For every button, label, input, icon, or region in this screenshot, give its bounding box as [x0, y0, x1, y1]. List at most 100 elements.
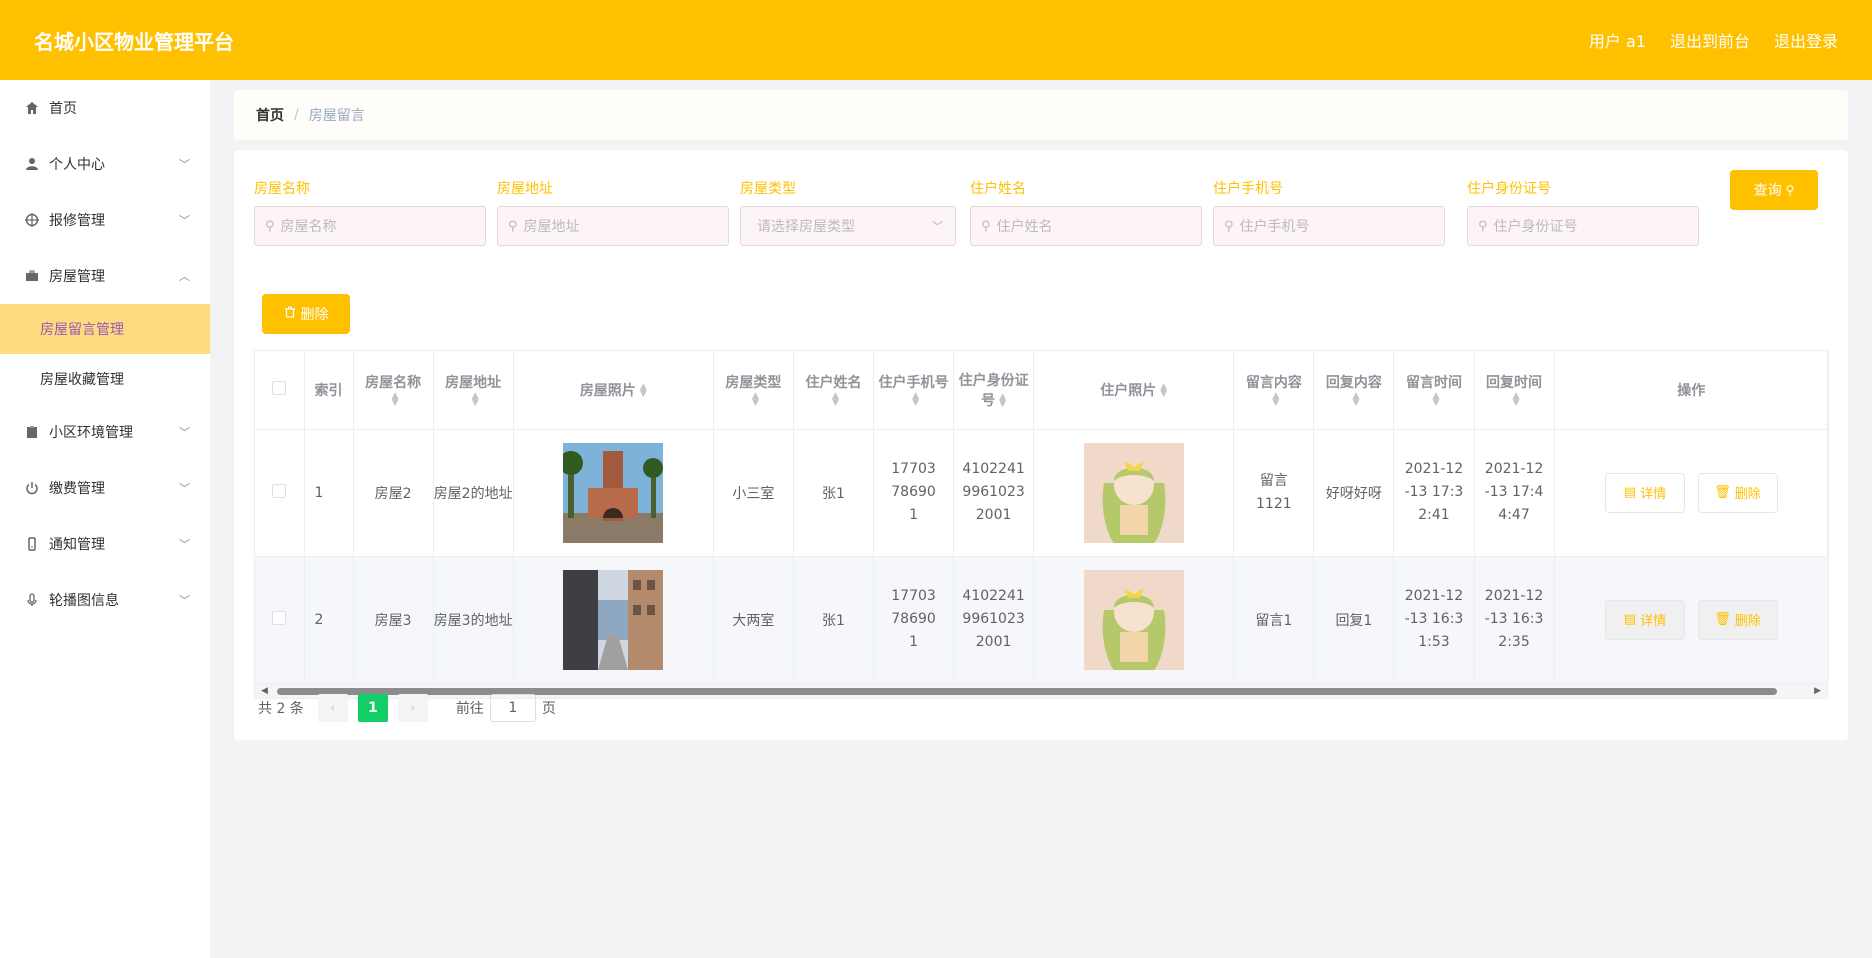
row-checkbox[interactable]	[272, 610, 287, 625]
cell-reply-time: 2021-12-13 17:44:47	[1474, 429, 1555, 557]
goto-prefix: 前往	[455, 701, 484, 717]
sidebar-item-carousel[interactable]: 轮播图信息 ﹀	[0, 572, 210, 628]
resident-idcard-label: 住户身份证号	[1467, 181, 1551, 197]
cell-resident-phone: 17703786901	[873, 556, 955, 684]
sort-icon[interactable]: ▲ ▼	[999, 392, 1006, 408]
row-checkbox[interactable]	[272, 483, 287, 498]
col-reply[interactable]: 回复内容 ▲ ▼	[1313, 351, 1395, 430]
prev-page-icon[interactable]: ‹	[317, 694, 348, 722]
sort-icon[interactable]: ▲ ▼	[912, 391, 919, 407]
cell-message-time: 2021-12-13 16:31:53	[1393, 556, 1475, 684]
cell-index: 1	[304, 429, 354, 557]
detail-button[interactable]: ▤ 详情	[1605, 472, 1686, 513]
sort-icon[interactable]: ▲ ▼	[392, 391, 399, 407]
resident-idcard-input[interactable]: ⚲ 住户身份证号	[1467, 206, 1699, 246]
user-icon	[24, 156, 40, 172]
cell-reply: 好呀好呀	[1313, 429, 1395, 557]
cell-resident-idcard: 410224199610232001	[953, 429, 1035, 557]
col-message-time[interactable]: 留言时间 ▲ ▼	[1393, 351, 1475, 430]
breadcrumb-home[interactable]: 首页	[256, 105, 284, 125]
search-icon: ⚲	[265, 218, 275, 234]
house-photo[interactable]	[563, 442, 664, 543]
col-actions: 操作	[1554, 351, 1830, 430]
sort-icon[interactable]: ▲ ▼	[832, 391, 839, 407]
sidebar-item-label: 轮播图信息	[49, 593, 119, 609]
col-label: 房屋地址	[445, 374, 502, 391]
resident-photo[interactable]	[1083, 569, 1184, 670]
scroll-right-icon[interactable]: ▶	[1814, 684, 1821, 698]
user-link[interactable]: 用户 a1	[1589, 28, 1646, 52]
page-number-current[interactable]: 1	[357, 694, 388, 722]
house-name-input[interactable]: ⚲ 房屋名称	[254, 206, 486, 246]
resident-idcard-field: 住户身份证号 ⚲ 住户身份证号	[1467, 178, 1699, 246]
back-to-front-link[interactable]: 退出到前台	[1670, 28, 1750, 52]
col-resident-name[interactable]: 住户姓名 ▲ ▼	[793, 351, 875, 430]
app-title: 名城小区物业管理平台	[34, 29, 234, 54]
col-label: 房屋名称	[365, 374, 422, 391]
sort-icon[interactable]: ▲ ▼	[1433, 391, 1440, 407]
search-form: 房屋名称 ⚲ 房屋名称 房屋地址 ⚲ 房屋地址 房屋类型 请选择房屋类型 ﹀ 住户姓名…	[254, 178, 1834, 268]
delete-button[interactable]: 🗑 删除	[1697, 599, 1778, 640]
select-all-checkbox[interactable]	[272, 380, 287, 395]
content-card: 房屋名称 ⚲ 房屋名称 房屋地址 ⚲ 房屋地址 房屋类型 请选择房屋类型 ﹀ 住户姓名…	[234, 150, 1848, 740]
detail-button[interactable]: ▤ 详情	[1605, 599, 1686, 640]
sidebar-item-label: 缴费管理	[49, 481, 105, 497]
col-house-type[interactable]: 房屋类型 ▲ ▼	[713, 351, 794, 430]
sort-icon[interactable]: ▲ ▼	[640, 382, 647, 398]
resident-phone-input[interactable]: ⚲ 住户手机号	[1213, 206, 1445, 246]
sidebar-item-personal[interactable]: 个人中心 ﹀	[0, 136, 210, 192]
resident-name-field: 住户姓名 ⚲ 住户姓名	[970, 178, 1202, 246]
sidebar-item-payment[interactable]: 缴费管理 ﹀	[0, 460, 210, 516]
sidebar-item-repair[interactable]: 报修管理 ﹀	[0, 192, 210, 248]
resident-photo[interactable]	[1083, 442, 1184, 543]
col-resident-photo[interactable]: 住户照片 ▲ ▼	[1033, 351, 1235, 430]
house-address-input[interactable]: ⚲ 房屋地址	[497, 206, 729, 246]
resident-name-input[interactable]: ⚲ 住户姓名	[970, 206, 1202, 246]
sort-icon[interactable]: ▲ ▼	[1160, 382, 1167, 398]
home-icon	[24, 100, 40, 116]
sort-icon[interactable]: ▲ ▼	[752, 391, 759, 407]
top-bar: 名城小区物业管理平台 用户 a1 退出到前台 退出登录	[0, 0, 1872, 80]
delete-button[interactable]: 🗑 删除	[1697, 472, 1778, 513]
sort-icon[interactable]: ▲ ▼	[1352, 391, 1359, 407]
col-resident-idcard[interactable]: 住户身份证号 ▲ ▼	[953, 351, 1035, 430]
house-name-field: 房屋名称 ⚲ 房屋名称	[254, 178, 486, 246]
col-label: 住户身份证号	[958, 372, 1029, 409]
document-icon: ▤	[1623, 612, 1637, 627]
col-house-address[interactable]: 房屋地址 ▲ ▼	[433, 351, 514, 430]
col-label: 房屋类型	[725, 374, 782, 391]
col-house-photo[interactable]: 房屋照片 ▲ ▼	[513, 351, 714, 430]
query-button[interactable]: 查询 ⚲	[1730, 170, 1818, 210]
detail-label: 详情	[1640, 614, 1667, 629]
clipboard-icon	[24, 424, 40, 440]
search-icon: ⚲	[1478, 218, 1488, 234]
detail-label: 详情	[1640, 487, 1667, 502]
house-type-placeholder: 请选择房屋类型	[757, 219, 855, 235]
col-index: 索引	[304, 351, 354, 430]
col-message[interactable]: 留言内容 ▲ ▼	[1233, 351, 1315, 430]
logout-link[interactable]: 退出登录	[1774, 28, 1838, 52]
col-house-name[interactable]: 房屋名称 ▲ ▼	[353, 351, 434, 430]
sidebar-item-house-favorite[interactable]: 房屋收藏管理	[0, 354, 210, 404]
breadcrumb: 首页 / 房屋留言	[234, 90, 1848, 140]
sort-icon[interactable]: ▲ ▼	[1513, 391, 1520, 407]
batch-delete-button[interactable]: 删除	[262, 294, 350, 334]
sidebar-item-home[interactable]: 首页	[0, 80, 210, 136]
sidebar-item-notice[interactable]: 通知管理 ﹀	[0, 516, 210, 572]
house-type-select[interactable]: 请选择房屋类型 ﹀	[740, 206, 956, 246]
sidebar-item-house[interactable]: 房屋管理 ︿	[0, 248, 210, 304]
delete-label: 删除	[300, 307, 329, 323]
goto-page-input[interactable]: 1	[489, 694, 536, 722]
sidebar-item-environment[interactable]: 小区环境管理 ﹀	[0, 404, 210, 460]
main-content: 首页 / 房屋留言 房屋名称 ⚲ 房屋名称 房屋地址 ⚲ 房屋地址 房屋类型 请选择…	[234, 90, 1848, 740]
sort-icon[interactable]: ▲ ▼	[1272, 391, 1279, 407]
house-name-label: 房屋名称	[254, 181, 310, 197]
house-photo[interactable]	[563, 569, 664, 670]
sidebar-item-house-message[interactable]: 房屋留言管理	[0, 304, 210, 354]
col-reply-time[interactable]: 回复时间 ▲ ▼	[1474, 351, 1555, 430]
col-resident-phone[interactable]: 住户手机号▲ ▼	[873, 351, 955, 430]
total-count: 共 2 条	[258, 701, 304, 717]
trash-icon: 🗑	[1714, 485, 1731, 500]
sort-icon[interactable]: ▲ ▼	[472, 391, 479, 407]
next-page-icon[interactable]: ›	[397, 694, 428, 722]
